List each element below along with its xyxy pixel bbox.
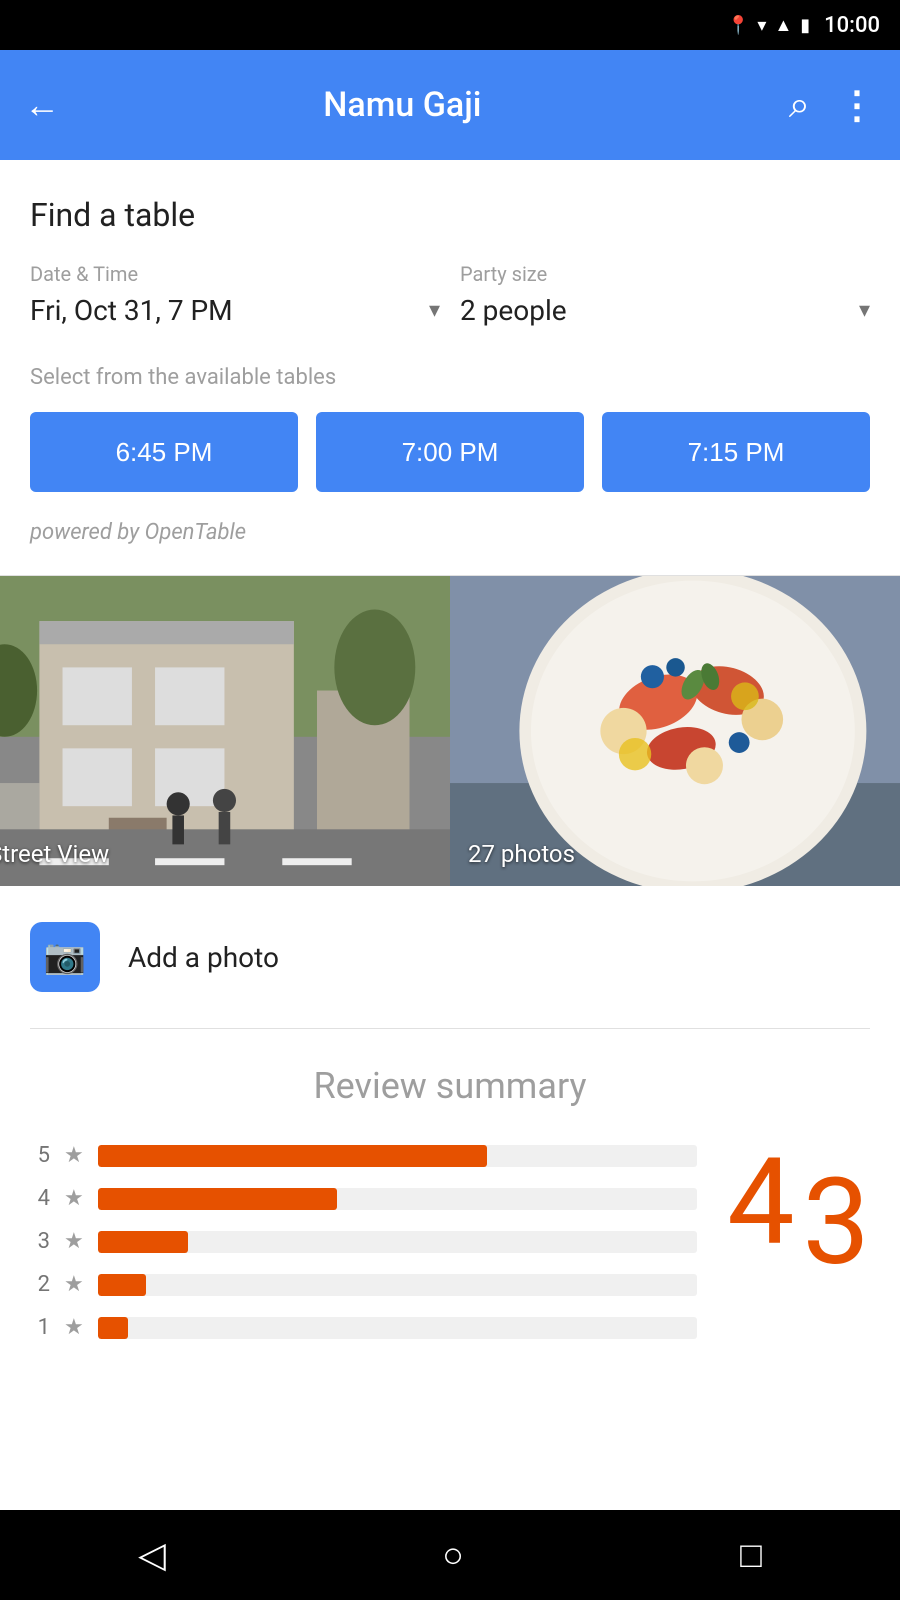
rating-bars: 5 ★ 4 ★ 3 ★ [30,1143,697,1358]
food-photos-tile[interactable]: 27 photos [450,576,900,886]
app-bar: ← Namu Gaji ⌕ ⋮ [0,50,900,160]
opentable-attribution: powered by OpenTable [30,520,870,545]
rating-row-3: 3 ★ [30,1229,697,1254]
bar-bg-5 [98,1145,697,1167]
photos-count-label: 27 photos [468,840,575,868]
time-slots: 6:45 PM 7:00 PM 7:15 PM [30,412,870,492]
time-slot-715[interactable]: 7:15 PM [602,412,870,492]
bar-fill-3 [98,1231,188,1253]
signal-icon: ▲ [774,15,792,36]
battery-icon: ▮ [800,15,810,36]
rating-row-5: 5 ★ [30,1143,697,1168]
bar-fill-2 [98,1274,146,1296]
review-content: 5 ★ 4 ★ 3 ★ [30,1143,870,1358]
review-summary-heading: Review summary [30,1065,870,1107]
bar-bg-1 [98,1317,697,1339]
time-slot-700[interactable]: 7:00 PM [316,412,584,492]
star-icon-4: ★ [64,1186,84,1211]
selectors-row: Date & Time Fri, Oct 31, 7 PM ▾ Party si… [30,262,870,335]
status-time: 10:00 [824,13,880,38]
big-rating-number-4: 4 [727,1143,794,1263]
star-icon-1: ★ [64,1315,84,1340]
add-photo-label: Add a photo [128,941,279,974]
rating-num-1: 1 [30,1315,50,1340]
bar-bg-3 [98,1231,697,1253]
review-summary-section: Review summary 5 ★ 4 ★ [0,1029,900,1488]
bar-fill-4 [98,1188,338,1210]
app-bar-actions: ⌕ ⋮ [789,83,876,128]
location-pin-icon: 📍 [727,15,749,36]
party-size-selector-group: Party size 2 people ▾ [460,262,870,335]
big-rating-number-3: 3 [803,1163,870,1283]
camera-icon-wrap: 📷 [30,922,100,992]
time-slot-645[interactable]: 6:45 PM [30,412,298,492]
rating-row-2: 2 ★ [30,1272,697,1297]
nav-recent-button[interactable]: □ [740,1534,762,1576]
rating-num-3: 3 [30,1229,50,1254]
main-content: Find a table Date & Time Fri, Oct 31, 7 … [0,160,900,576]
wifi-icon: ▾ [757,15,766,36]
find-table-section: Find a table Date & Time Fri, Oct 31, 7 … [30,196,870,545]
add-photo-section: 📷 Add a photo [0,886,900,1029]
star-icon-3: ★ [64,1229,84,1254]
date-selector-group: Date & Time Fri, Oct 31, 7 PM ▾ [30,262,440,335]
page-title: Namu Gaji [36,85,769,125]
bar-fill-5 [98,1145,488,1167]
rating-row-4: 4 ★ [30,1186,697,1211]
party-size-dropdown[interactable]: 2 people ▾ [460,294,870,335]
party-size-chevron-down-icon: ▾ [859,298,870,323]
nav-back-button[interactable]: ◁ [138,1534,166,1576]
bar-bg-4 [98,1188,697,1210]
photos-row: Street View [0,576,900,886]
status-bar: 📍 ▾ ▲ ▮ 10:00 [0,0,900,50]
rating-row-1: 1 ★ [30,1315,697,1340]
rating-num-4: 4 [30,1186,50,1211]
rating-num-2: 2 [30,1272,50,1297]
search-button[interactable]: ⌕ [789,83,810,127]
date-label: Date & Time [30,262,440,286]
camera-icon: 📷 [44,937,86,977]
more-button[interactable]: ⋮ [838,83,876,128]
bar-fill-1 [98,1317,128,1339]
status-icons: 📍 ▾ ▲ ▮ 10:00 [727,13,880,38]
rating-num-5: 5 [30,1143,50,1168]
bar-bg-2 [98,1274,697,1296]
find-table-heading: Find a table [30,196,870,234]
party-size-value: 2 people [460,294,567,327]
street-view-tile[interactable]: Street View [0,576,450,886]
date-value: Fri, Oct 31, 7 PM [30,294,233,327]
nav-home-button[interactable]: ○ [442,1534,464,1576]
star-icon-2: ★ [64,1272,84,1297]
date-dropdown[interactable]: Fri, Oct 31, 7 PM ▾ [30,294,440,335]
add-photo-row[interactable]: 📷 Add a photo [30,886,870,1029]
big-rating-display: 4 3 [727,1143,870,1283]
star-icon-5: ★ [64,1143,84,1168]
nav-bar: ◁ ○ □ [0,1510,900,1600]
date-chevron-down-icon: ▾ [429,298,440,323]
party-size-label: Party size [460,262,870,286]
street-view-label: Street View [0,840,109,868]
available-tables-label: Select from the available tables [30,365,870,390]
